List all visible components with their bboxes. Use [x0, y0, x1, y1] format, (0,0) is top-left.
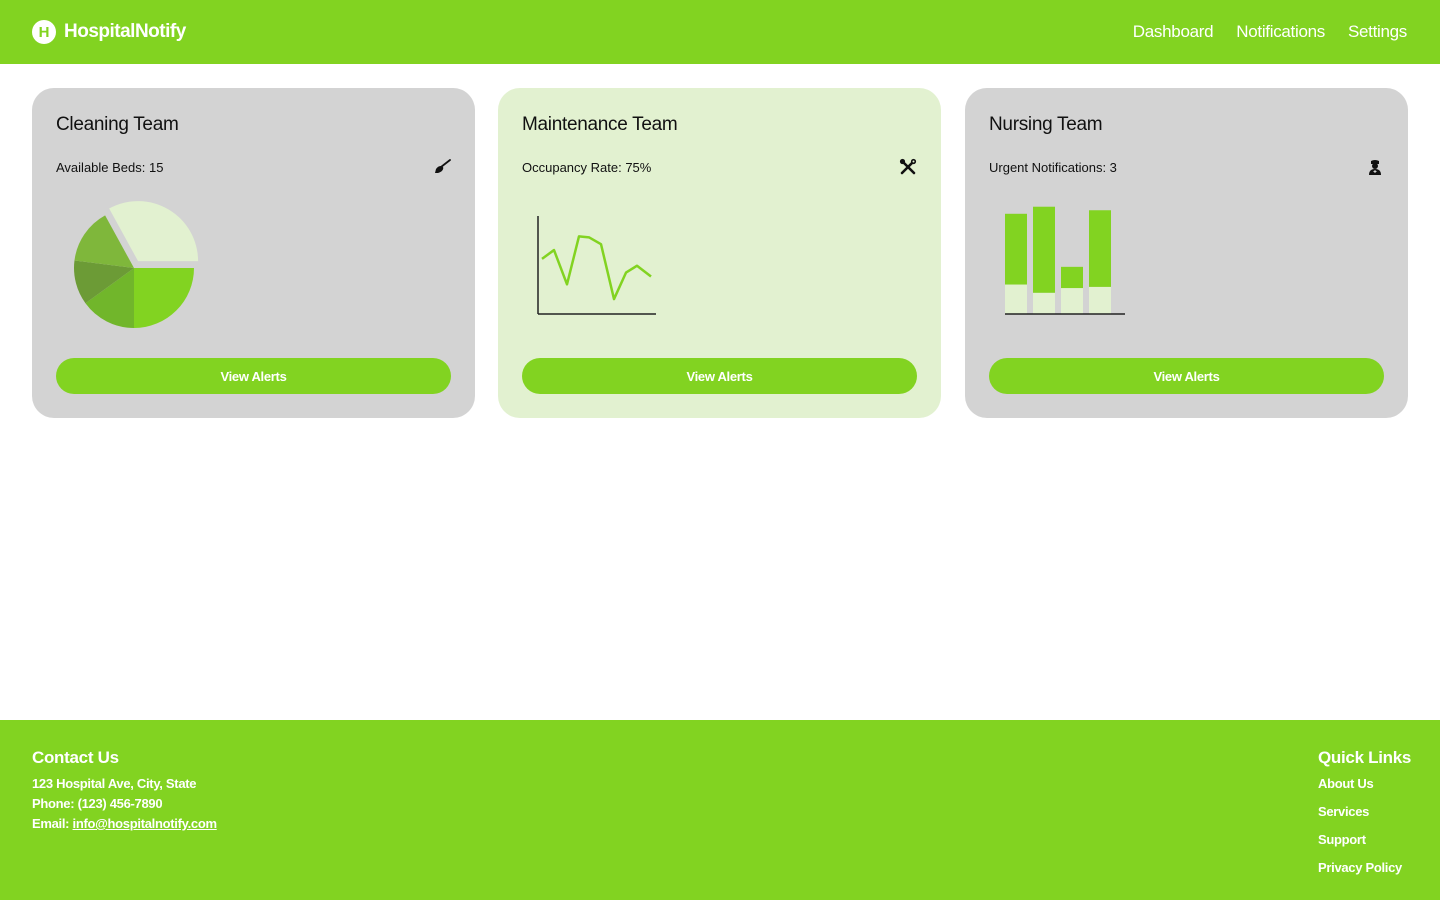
bar-segment: [1061, 266, 1083, 289]
card-stat-row: Occupancy Rate: 75%: [522, 158, 917, 176]
broom-icon: [433, 158, 451, 176]
card-maintenance-team: Maintenance Team Occupancy Rate: 75% Vie…: [498, 88, 941, 418]
pie-chart: [74, 201, 199, 328]
bar-segment: [1033, 206, 1055, 293]
view-alerts-button[interactable]: View Alerts: [989, 358, 1384, 394]
line-chart: [537, 216, 656, 315]
quick-links-heading: Quick Links: [1318, 748, 1412, 767]
bar-segment: [1005, 284, 1027, 314]
main-nav: Dashboard Notifications Settings: [1133, 22, 1408, 42]
link-about-us[interactable]: About Us: [1318, 770, 1411, 798]
card-stat-row: Available Beds: 15: [56, 158, 451, 176]
card-title: Maintenance Team: [522, 114, 678, 135]
nav-notifications[interactable]: Notifications: [1236, 22, 1325, 42]
bar-segment: [1089, 210, 1111, 287]
pie-slice: [134, 268, 194, 328]
card-nursing-team: Nursing Team Urgent Notifications: 3 Vie…: [965, 88, 1408, 418]
nav-dashboard[interactable]: Dashboard: [1133, 22, 1214, 42]
app-header: H HospitalNotify Dashboard Notifications…: [0, 0, 1440, 64]
bar-segment: [1033, 292, 1055, 314]
phone: Phone: (123) 456-7890: [32, 796, 163, 811]
hospital-logo-icon: H: [32, 20, 56, 44]
link-support[interactable]: Support: [1318, 826, 1411, 854]
email-label: Email:: [32, 816, 73, 831]
stacked-bar-chart: [1005, 206, 1125, 315]
bar-segment: [1005, 213, 1027, 285]
quick-links-section: Quick Links About Us Services Support Pr…: [1318, 748, 1411, 882]
occupancy-rate-stat: Occupancy Rate: 75%: [522, 159, 652, 175]
app-name: HospitalNotify: [64, 21, 186, 42]
bar-segment: [1061, 288, 1083, 314]
available-beds-stat: Available Beds: 15: [56, 159, 164, 175]
card-title: Cleaning Team: [56, 114, 179, 135]
contact-heading: Contact Us: [32, 748, 119, 767]
bar-segment: [1089, 286, 1111, 314]
card-stat-row: Urgent Notifications: 3: [989, 158, 1384, 176]
link-privacy-policy[interactable]: Privacy Policy: [1318, 854, 1411, 882]
card-cleaning-team: Cleaning Team Available Beds: 15 View Al…: [32, 88, 475, 418]
brand[interactable]: H HospitalNotify: [32, 20, 186, 44]
address: 123 Hospital Ave, City, State: [32, 776, 197, 791]
email-line: Email: info@hospitalnotify.com: [32, 814, 217, 834]
tools-icon: [899, 158, 917, 176]
card-title: Nursing Team: [989, 114, 1103, 135]
data-line: [541, 235, 652, 301]
link-services[interactable]: Services: [1318, 798, 1411, 826]
nurse-icon: [1366, 158, 1384, 176]
view-alerts-button[interactable]: View Alerts: [56, 358, 451, 394]
email-link[interactable]: info@hospitalnotify.com: [73, 816, 218, 831]
nav-settings[interactable]: Settings: [1348, 22, 1407, 42]
urgent-notifications-stat: Urgent Notifications: 3: [989, 159, 1117, 175]
view-alerts-button[interactable]: View Alerts: [522, 358, 917, 394]
footer: Contact Us 123 Hospital Ave, City, State…: [0, 720, 1440, 900]
contact-section: Contact Us 123 Hospital Ave, City, State…: [32, 748, 217, 834]
